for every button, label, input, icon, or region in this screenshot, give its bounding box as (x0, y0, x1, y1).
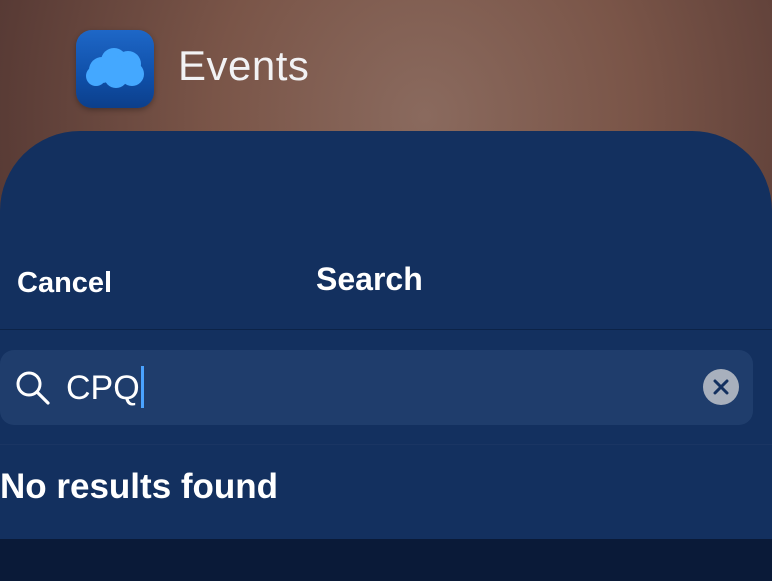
empty-results-message: No results found (0, 467, 279, 506)
nav-divider (0, 329, 772, 330)
app-title: Events (178, 42, 310, 89)
search-input-text: CPQ (66, 369, 140, 407)
results-divider (0, 444, 772, 445)
clear-icon (713, 379, 729, 395)
salesforce-cloud-icon (86, 48, 144, 88)
results-footer-area (0, 539, 772, 581)
search-input[interactable]: CPQ (66, 366, 144, 408)
search-sheet: Cancel Search CPQ No results found (0, 131, 772, 581)
app-icon (76, 30, 154, 108)
sheet-title: Search (316, 261, 423, 297)
clear-search-button[interactable] (703, 369, 739, 405)
cancel-button[interactable]: Cancel (17, 267, 112, 300)
screen: Events Cancel Search CPQ No results foun… (0, 0, 772, 581)
app-header: Events (0, 0, 772, 140)
sheet-nav-bar: Cancel Search (0, 131, 772, 329)
search-field[interactable]: CPQ (0, 350, 753, 425)
text-caret (140, 366, 144, 408)
search-icon (16, 371, 50, 405)
